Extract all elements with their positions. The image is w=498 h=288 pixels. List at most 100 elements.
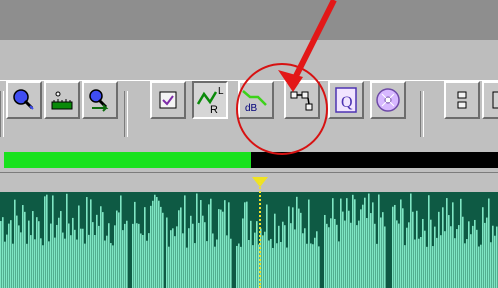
- waveform-bar: [416, 210, 418, 288]
- waveform-bar: [446, 198, 448, 288]
- waveform-bar: [420, 236, 422, 288]
- disc-button[interactable]: [370, 81, 406, 119]
- waveform-bar: [452, 202, 454, 288]
- waveform-bar: [98, 225, 100, 288]
- waveform-bar: [110, 243, 112, 288]
- checkbox-button[interactable]: [150, 81, 186, 119]
- waveform-bar: [356, 225, 358, 288]
- waveform-bar: [122, 230, 124, 288]
- waveform-bar: [450, 226, 452, 288]
- waveform-bar: [178, 210, 180, 288]
- waveform-bar: [158, 200, 160, 288]
- waveform-bar: [44, 196, 46, 288]
- waveform-bar: [482, 207, 484, 288]
- waveform-bar: [176, 226, 178, 288]
- waveform-bar: [24, 211, 26, 288]
- waveform-bar: [212, 233, 214, 288]
- waveform-bar: [120, 195, 122, 288]
- waveform-bar: [302, 233, 304, 288]
- waveform-bar: [112, 245, 114, 288]
- annotation-circle: [236, 63, 328, 155]
- waveform-bar: [230, 238, 232, 288]
- waveform-bar: [64, 238, 66, 288]
- waveform-bar: [364, 197, 366, 288]
- waveform-bar: [424, 230, 426, 288]
- waveform-bar: [496, 226, 498, 288]
- waveform-bar: [104, 240, 106, 288]
- rl-envelope-button[interactable]: R L: [192, 81, 228, 119]
- waveform-bar: [480, 244, 482, 288]
- waveform-bar: [18, 225, 20, 288]
- title-band: [0, 40, 498, 80]
- magnify-icon: [13, 89, 34, 110]
- waveform-bar: [58, 217, 60, 288]
- waveform-bar: [184, 195, 186, 288]
- waveform-bar: [148, 233, 150, 288]
- query-button[interactable]: Q: [328, 81, 364, 119]
- toolbar-separator: [124, 91, 128, 137]
- waveform-bar: [472, 225, 474, 288]
- waveform-bar: [16, 215, 18, 288]
- waveform-bar: [354, 199, 356, 288]
- svg-text:L: L: [218, 86, 224, 97]
- waveform-bar: [314, 237, 316, 288]
- waveform-bar: [254, 232, 256, 288]
- waveform-bar: [30, 235, 32, 288]
- waveform-bar: [70, 235, 72, 288]
- waveform-bar: [346, 198, 348, 288]
- waveform-bar: [226, 235, 228, 288]
- waveform-bar: [378, 194, 380, 288]
- zoom-out-button[interactable]: [82, 81, 118, 119]
- waveform-bar: [154, 194, 156, 288]
- waveform-bar: [22, 205, 24, 288]
- waveform-bar: [494, 235, 496, 288]
- waveform-bar: [426, 246, 428, 288]
- waveform-bar: [290, 223, 292, 288]
- waveform-bar: [86, 197, 88, 288]
- zoom-extent-button[interactable]: [44, 81, 80, 119]
- waveform-bar: [262, 235, 264, 288]
- waveform-bar: [100, 206, 102, 288]
- waveform-bar: [358, 220, 360, 288]
- waveform-bar: [300, 212, 302, 288]
- waveform-bar: [430, 219, 432, 288]
- waveform-bar: [440, 235, 442, 288]
- waveform-bar: [132, 223, 134, 288]
- waveform-bar: [282, 221, 284, 288]
- waveform-bar: [102, 212, 104, 288]
- waveform-bar: [432, 246, 434, 288]
- waveform-bar: [362, 204, 364, 288]
- waveform-bar: [210, 198, 212, 288]
- waveform-bar: [266, 204, 268, 288]
- progress-fill: [4, 152, 251, 168]
- timeline-ruler[interactable]: [0, 172, 498, 193]
- waveform-bar: [414, 239, 416, 288]
- waveform-bar: [188, 228, 190, 288]
- waveform-bar: [250, 220, 252, 288]
- waveform-bar: [342, 211, 344, 288]
- waveform-bar: [268, 240, 270, 288]
- zoom-in-button[interactable]: [6, 81, 42, 119]
- next-toolbar-button[interactable]: [482, 81, 498, 119]
- waveform-bar: [468, 221, 470, 288]
- waveform-bar: [246, 201, 248, 288]
- waveform-bar: [134, 201, 136, 288]
- panel-button[interactable]: [444, 81, 480, 119]
- waveform-bar: [244, 202, 246, 288]
- waveform-bar: [396, 220, 398, 288]
- waveform-bar: [186, 247, 188, 288]
- waveform-bar: [32, 211, 34, 288]
- waveform-bar: [168, 246, 170, 288]
- checkbox-icon: [159, 91, 177, 109]
- waveform-bar: [116, 210, 118, 288]
- waveform-bar: [172, 228, 174, 288]
- waveform-bar: [328, 227, 330, 288]
- waveform-bar: [82, 228, 84, 288]
- waveform-view[interactable]: [0, 192, 498, 288]
- waveform-bar: [348, 210, 350, 288]
- waveform-bar: [304, 228, 306, 288]
- waveform-bar: [340, 198, 342, 288]
- waveform-bar: [108, 223, 110, 288]
- waveform-bar: [162, 212, 164, 288]
- waveform-bar: [310, 243, 312, 288]
